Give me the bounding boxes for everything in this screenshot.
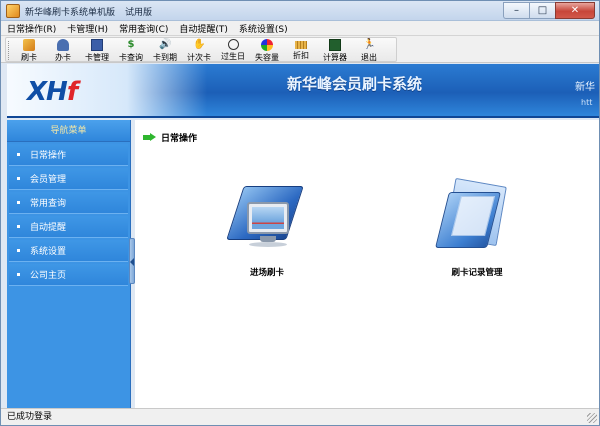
toolbar-capacity-button[interactable]: 失容量: [250, 38, 284, 63]
menu-auto-reminder[interactable]: 自动提醒(T): [179, 22, 228, 35]
entry-card-label[interactable]: 进场刷卡: [217, 266, 317, 278]
toolbar-label: 失容量: [255, 53, 279, 62]
toolbar-swipe-card-button[interactable]: 刷卡: [12, 38, 46, 63]
maximize-button[interactable]: □: [529, 2, 555, 19]
person-icon: [57, 39, 69, 51]
speaker-icon: 🔊: [159, 39, 172, 50]
swipe-card-icon: [23, 39, 35, 51]
card-records-feature[interactable]: 刷卡记录管理: [427, 177, 527, 278]
resize-grip-icon[interactable]: [587, 413, 597, 423]
toolbar-calculator-button[interactable]: 计算器: [318, 38, 352, 63]
toolbar-birthday-button[interactable]: 过生日: [216, 38, 250, 63]
navigation-sidebar: 导航菜单 日常操作 会员管理 常用查询 自动提醒 系统设置 公司主页: [7, 120, 131, 408]
bullet-icon: [17, 201, 20, 204]
toolbar-label: 过生日: [221, 52, 245, 61]
bullet-icon: [17, 177, 20, 180]
sidebar-item-label: 会员管理: [30, 175, 67, 185]
status-bar: 已成功登录: [1, 408, 599, 425]
toolbar-card-expiry-button[interactable]: 🔊 卡到期: [148, 38, 182, 63]
logo-area: XHf: [7, 64, 207, 116]
banner-title: 新华峰会员刷卡系统: [287, 75, 423, 93]
sidebar-item-label: 系统设置: [30, 247, 67, 257]
toolbar-strip: 刷卡 办卡 卡管理 $ 卡查询 🔊 卡到期 ✋ 计次卡 过生日 失容量 折扣 计…: [5, 37, 397, 62]
bullet-icon: [17, 225, 20, 228]
toolbar-label: 办卡: [55, 53, 71, 62]
close-button[interactable]: ✕: [555, 2, 595, 19]
toolbar-label: 计算器: [323, 53, 347, 62]
toolbar-grip[interactable]: [8, 41, 10, 60]
dollar-icon: $: [127, 39, 135, 50]
section-header: 日常操作: [143, 131, 197, 144]
entry-card-base-shape: [249, 242, 287, 247]
sidebar-item-auto-reminder[interactable]: 自动提醒: [9, 216, 128, 238]
status-text: 已成功登录: [7, 412, 53, 422]
menu-common-query[interactable]: 常用查询(C): [119, 22, 168, 35]
window-title-text: 新华峰刷卡系统单机版: [25, 8, 116, 18]
hand-icon: ✋: [193, 39, 206, 50]
toolbar-discount-button[interactable]: 折扣: [284, 38, 318, 63]
trial-badge: 试用版: [125, 8, 153, 18]
entry-card-monitor-shape: [247, 202, 289, 234]
title-bar[interactable]: 新华峰刷卡系统单机版 试用版 – □ ✕: [1, 1, 599, 21]
toolbar: 刷卡 办卡 卡管理 $ 卡查询 🔊 卡到期 ✋ 计次卡 过生日 失容量 折扣 计…: [1, 36, 599, 63]
sidebar-header: 导航菜单: [7, 120, 130, 142]
toolbar-exit-button[interactable]: 🏃 退出: [352, 38, 386, 63]
window-title: 新华峰刷卡系统单机版 试用版: [25, 5, 152, 18]
toolbar-label: 卡查询: [119, 53, 143, 62]
toolbar-card-query-button[interactable]: $ 卡查询: [114, 38, 148, 63]
menu-system-settings[interactable]: 系统设置(S): [239, 22, 288, 35]
header-banner: XHf 新华峰会员刷卡系统 新华 htt: [7, 64, 599, 118]
exit-runner-icon: 🏃: [363, 39, 376, 50]
arrow-left-icon: [130, 258, 134, 266]
toolbar-label: 计次卡: [187, 53, 211, 62]
window-controls: – □ ✕: [503, 2, 595, 19]
sidebar-item-label: 自动提醒: [30, 223, 67, 233]
sidebar-item-company-homepage[interactable]: 公司主页: [9, 264, 128, 286]
ruler-icon: [295, 41, 307, 49]
toolbar-card-management-button[interactable]: 卡管理: [80, 38, 114, 63]
sidebar-item-label: 日常操作: [30, 151, 67, 161]
toolbar-label: 刷卡: [21, 53, 37, 62]
section-title: 日常操作: [161, 134, 198, 144]
menu-bar: 日常操作(R) 卡管理(H) 常用查询(C) 自动提醒(T) 系统设置(S): [1, 21, 599, 36]
menu-daily-ops[interactable]: 日常操作(R): [7, 22, 56, 35]
toolbar-issue-card-button[interactable]: 办卡: [46, 38, 80, 63]
entry-card-icon[interactable]: [226, 182, 307, 260]
card-records-icon[interactable]: [432, 177, 522, 260]
card-records-label[interactable]: 刷卡记录管理: [427, 266, 527, 278]
calculator-icon: [329, 39, 341, 51]
banner-right-text: 新华: [575, 82, 595, 93]
sidebar-item-member-management[interactable]: 会员管理: [9, 168, 128, 190]
app-window: 新华峰刷卡系统单机版 试用版 – □ ✕ 日常操作(R) 卡管理(H) 常用查询(…: [0, 0, 600, 426]
toolbar-label: 折扣: [293, 51, 309, 60]
sidebar-item-common-query[interactable]: 常用查询: [9, 192, 128, 214]
sidebar-item-label: 常用查询: [30, 199, 67, 209]
banner-url-text: htt: [581, 98, 593, 107]
entry-card-screen-shape: [252, 207, 284, 229]
toolbar-label: 卡管理: [85, 53, 109, 62]
toolbar-count-card-button[interactable]: ✋ 计次卡: [182, 38, 216, 63]
bullet-icon: [17, 153, 20, 156]
green-arrow-icon: [143, 133, 156, 142]
minimize-button[interactable]: –: [503, 2, 529, 19]
book-icon: [91, 39, 103, 51]
sidebar-item-label: 公司主页: [30, 271, 67, 281]
app-icon: [6, 4, 20, 18]
brand-logo: XHf: [27, 77, 78, 107]
main-content: 日常操作 进场刷卡 刷卡记录管理: [135, 120, 599, 408]
menu-card-management[interactable]: 卡管理(H): [67, 22, 108, 35]
toolbar-label: 退出: [361, 53, 377, 62]
ball-icon: [261, 39, 273, 51]
sidebar-item-system-settings[interactable]: 系统设置: [9, 240, 128, 262]
toolbar-label: 卡到期: [153, 53, 177, 62]
logo-main-text: XH: [27, 77, 68, 107]
clock-icon: [227, 39, 239, 50]
bullet-icon: [17, 249, 20, 252]
logo-accent-text: f: [66, 77, 78, 107]
entry-card-feature[interactable]: 进场刷卡: [217, 182, 317, 278]
bullet-icon: [17, 273, 20, 276]
sidebar-item-daily-ops[interactable]: 日常操作: [9, 144, 128, 166]
